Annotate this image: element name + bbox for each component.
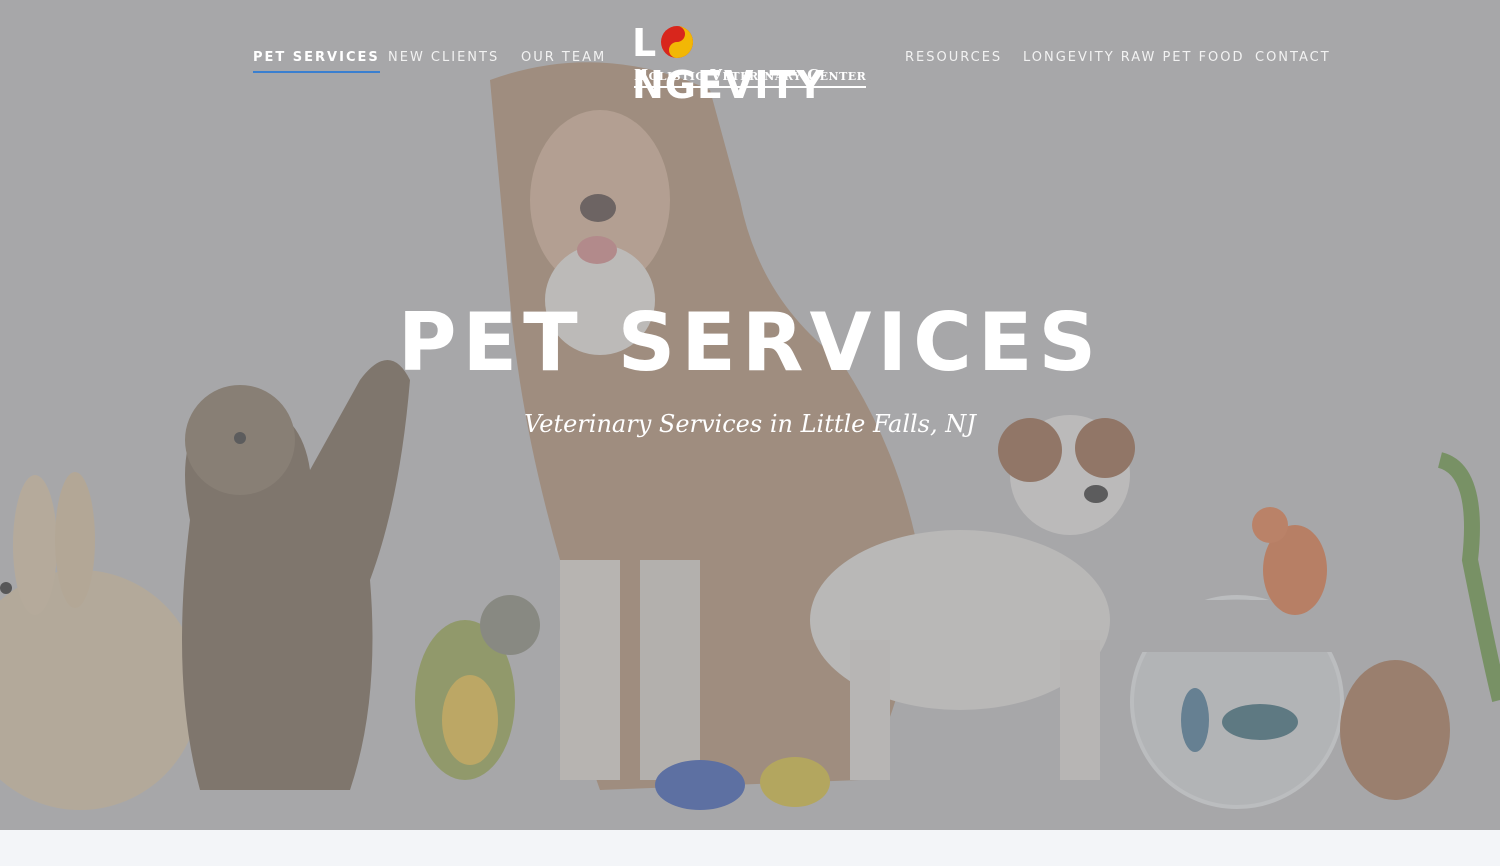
hero-section: PET SERVICES NEW CLIENTS OUR TEAM L NGEV… (0, 0, 1500, 836)
page-subtitle: Veterinary Services in Little Falls, NJ (524, 410, 976, 438)
nav-item-our-team[interactable]: OUR TEAM (521, 50, 606, 65)
nav-item-raw-pet-food[interactable]: LONGEVITY RAW PET FOOD (1023, 50, 1245, 65)
nav-item-resources[interactable]: RESOURCES (905, 50, 1002, 65)
yin-yang-paw-icon (661, 26, 694, 58)
nav-item-pet-services[interactable]: PET SERVICES (253, 50, 380, 73)
nav-item-contact[interactable]: CONTACT (1255, 50, 1331, 65)
content-band (0, 830, 1500, 866)
nav-item-new-clients[interactable]: NEW CLIENTS (388, 50, 499, 65)
page-title: PET SERVICES (397, 296, 1103, 389)
logo-subtitle: Holistic Veterinary Center (634, 66, 867, 88)
longevity-logo[interactable]: L NGEVITY Holistic Veterinary Center (632, 22, 870, 106)
main-navigation: PET SERVICES NEW CLIENTS OUR TEAM L NGEV… (0, 0, 1500, 110)
logo-wordmark: L NGEVITY (632, 21, 825, 107)
